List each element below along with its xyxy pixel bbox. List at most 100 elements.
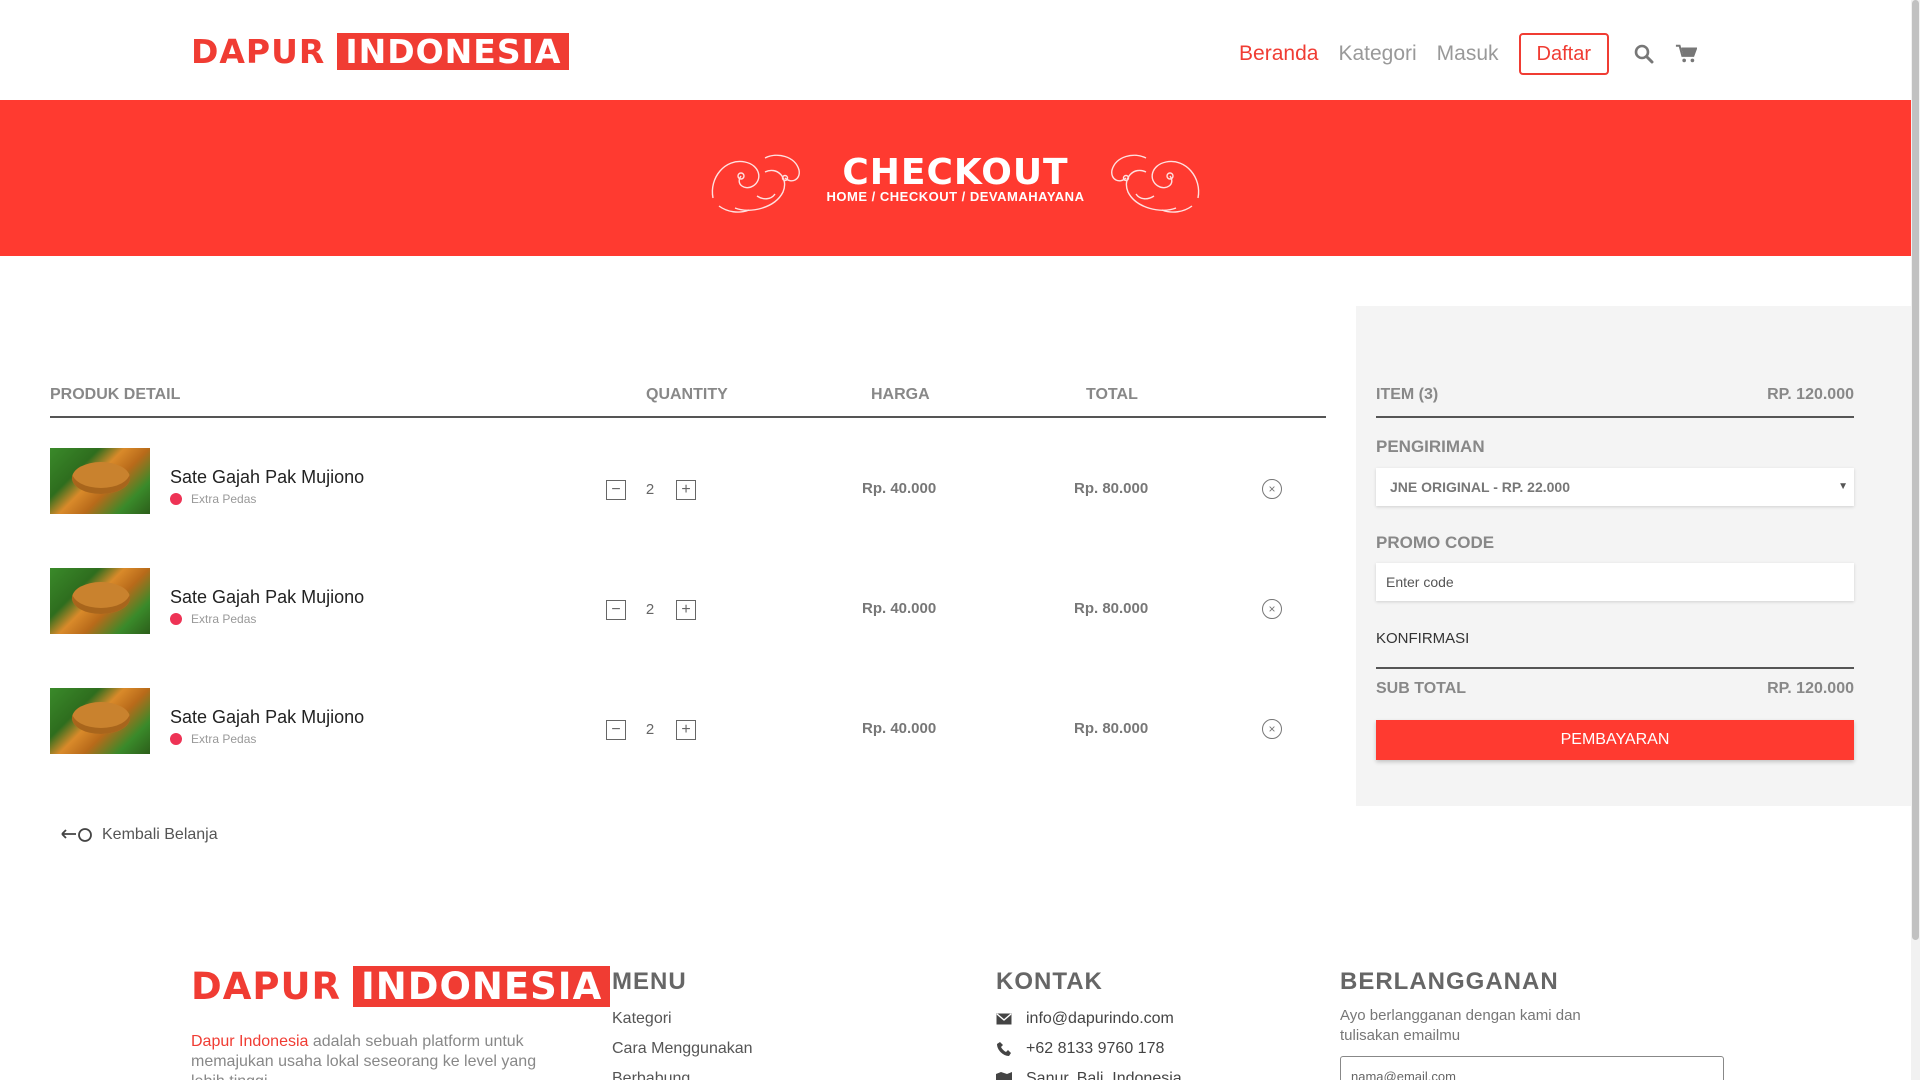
register-button[interactable]: Daftar (1518, 33, 1609, 75)
main-nav: Beranda Kategori Masuk Daftar (1239, 33, 1713, 75)
contact-phone[interactable]: +62 8133 9760 178 (996, 1040, 1164, 1058)
product-variant: Extra Pedas (170, 492, 256, 506)
brand-word-1: DAPUR (191, 965, 342, 1008)
nav-link-masuk[interactable]: Masuk (1437, 42, 1499, 66)
order-summary: ITEM (3) RP. 120.000 PENGIRIMAN JNE ORIG… (1356, 306, 1911, 806)
variant-dot-icon (170, 733, 182, 745)
subtotal-label: SUB TOTAL (1376, 680, 1467, 697)
promo-label: PROMO CODE (1376, 533, 1495, 552)
qty-increase-button[interactable]: + (676, 600, 696, 620)
cart-icon[interactable] (1675, 43, 1697, 65)
site-header: DAPUR INDONESIA Beranda Kategori Masuk D… (0, 0, 1911, 100)
about-text: Dapur Indonesia adalah sebuah platform u… (191, 1032, 561, 1080)
subscribe-email-input[interactable] (1340, 1056, 1724, 1080)
right-ornament-icon (1111, 154, 1200, 213)
qty-increase-button[interactable]: + (676, 720, 696, 740)
variant-dot-icon (170, 613, 182, 625)
footer-brand-logo[interactable]: DAPUR INDONESIA (191, 965, 611, 1008)
table-divider (50, 416, 1326, 418)
col-header-product: PRODUK DETAIL (50, 386, 181, 403)
product-name[interactable]: Sate Gajah Pak Mujiono (170, 707, 364, 728)
about-highlight: Dapur Indonesia (191, 1033, 309, 1050)
qty-decrease-button[interactable]: − (606, 720, 626, 740)
footer-contact-title: KONTAK (996, 968, 1103, 995)
product-variant: Extra Pedas (170, 612, 256, 626)
variant-label: Extra Pedas (191, 732, 257, 746)
col-header-total: TOTAL (1086, 386, 1138, 403)
variant-dot-icon (170, 493, 182, 505)
summary-items-label: ITEM (3) (1376, 386, 1439, 403)
product-name[interactable]: Sate Gajah Pak Mujiono (170, 587, 364, 608)
col-header-quantity: QUANTITY (646, 386, 728, 403)
back-to-shop-link[interactable]: Kembali Belanja (60, 826, 218, 844)
col-header-price: HARGA (871, 386, 930, 403)
variant-label: Extra Pedas (191, 492, 257, 506)
qty-decrease-button[interactable]: − (606, 480, 626, 500)
search-icon[interactable] (1633, 43, 1655, 65)
map-icon (996, 1071, 1012, 1080)
summary-items-row: ITEM (3) RP. 120.000 (1376, 386, 1854, 404)
brand-logo[interactable]: DAPUR INDONESIA (191, 32, 570, 71)
back-label: Kembali Belanja (102, 826, 218, 843)
shipping-selected-value: JNE ORIGINAL - RP. 22.000 (1390, 479, 1570, 495)
item-total: Rp. 80.000 (1074, 720, 1149, 737)
phone-icon (996, 1041, 1012, 1057)
product-name[interactable]: Sate Gajah Pak Mujiono (170, 467, 364, 488)
product-thumbnail[interactable] (50, 568, 150, 634)
promo-code-input[interactable] (1376, 563, 1854, 601)
page-hero: CHECKOUT HOME / CHECKOUT / DEVAMAHAYANA (0, 100, 1911, 256)
brand-word-2: INDONESIA (337, 33, 570, 70)
payment-button[interactable]: PEMBAYARAN (1376, 720, 1854, 760)
subtotal-row: SUB TOTAL RP. 120.000 (1376, 680, 1854, 698)
cart-row: Sate Gajah Pak Mujiono Extra Pedas − 2 +… (50, 688, 1326, 758)
footer-link-kategori[interactable]: Kategori (612, 1010, 672, 1028)
qty-value[interactable]: 2 (640, 601, 660, 618)
footer-menu-title: MENU (612, 968, 687, 995)
contact-phone-text: +62 8133 9760 178 (1026, 1040, 1165, 1057)
qty-increase-button[interactable]: + (676, 480, 696, 500)
nav-link-beranda[interactable]: Beranda (1239, 42, 1318, 66)
product-thumbnail[interactable] (50, 448, 150, 514)
contact-email-text: info@dapurindo.com (1026, 1010, 1174, 1027)
cart-row: Sate Gajah Pak Mujiono Extra Pedas − 2 +… (50, 568, 1326, 638)
contact-address[interactable]: Sanur, Bali, Indonesia (996, 1070, 1182, 1080)
footer-subscribe-title: BERLANGGANAN (1340, 968, 1559, 995)
contact-email[interactable]: info@dapurindo.com (996, 1010, 1174, 1028)
cart-row: Sate Gajah Pak Mujiono Extra Pedas − 2 +… (50, 448, 1326, 518)
footer-link-cara-menggunakan[interactable]: Cara Menggunakan (612, 1040, 753, 1058)
product-variant: Extra Pedas (170, 732, 256, 746)
product-thumbnail[interactable] (50, 688, 150, 754)
envelope-icon (996, 1011, 1012, 1027)
nav-link-kategori[interactable]: Kategori (1338, 42, 1416, 66)
back-arrow-icon (61, 828, 92, 842)
qty-decrease-button[interactable]: − (606, 600, 626, 620)
subscribe-text: Ayo berlangganan dengan kami dan tulisak… (1340, 1007, 1581, 1044)
subtotal-value: RP. 120.000 (1767, 680, 1854, 697)
item-total: Rp. 80.000 (1074, 600, 1149, 617)
page-title: CHECKOUT (842, 152, 1069, 193)
item-price: Rp. 40.000 (862, 600, 937, 617)
remove-item-button[interactable]: × (1262, 599, 1282, 619)
chevron-down-icon: ▼ (1838, 481, 1848, 492)
breadcrumb: HOME / CHECKOUT / DEVAMAHAYANA (826, 189, 1085, 204)
item-total: Rp. 80.000 (1074, 480, 1149, 497)
shipping-select[interactable]: JNE ORIGINAL - RP. 22.000 ▼ (1376, 468, 1854, 506)
footer-link-berbabung[interactable]: Berbabung (612, 1070, 690, 1080)
scrollbar-thumb[interactable] (1912, 0, 1919, 940)
item-price: Rp. 40.000 (862, 480, 937, 497)
qty-value[interactable]: 2 (640, 721, 660, 738)
brand-word-1: DAPUR (191, 32, 326, 71)
brand-word-2: INDONESIA (353, 966, 611, 1007)
summary-divider (1376, 667, 1854, 669)
variant-label: Extra Pedas (191, 612, 257, 626)
confirm-label: KONFIRMASI (1376, 630, 1470, 647)
shipping-label: PENGIRIMAN (1376, 437, 1485, 456)
summary-items-value: RP. 120.000 (1767, 386, 1854, 403)
item-price: Rp. 40.000 (862, 720, 937, 737)
summary-divider (1376, 416, 1854, 418)
remove-item-button[interactable]: × (1262, 719, 1282, 739)
remove-item-button[interactable]: × (1262, 479, 1282, 499)
page-scrollbar[interactable] (1911, 0, 1920, 1080)
qty-value[interactable]: 2 (640, 481, 660, 498)
contact-address-text: Sanur, Bali, Indonesia (1026, 1070, 1182, 1080)
